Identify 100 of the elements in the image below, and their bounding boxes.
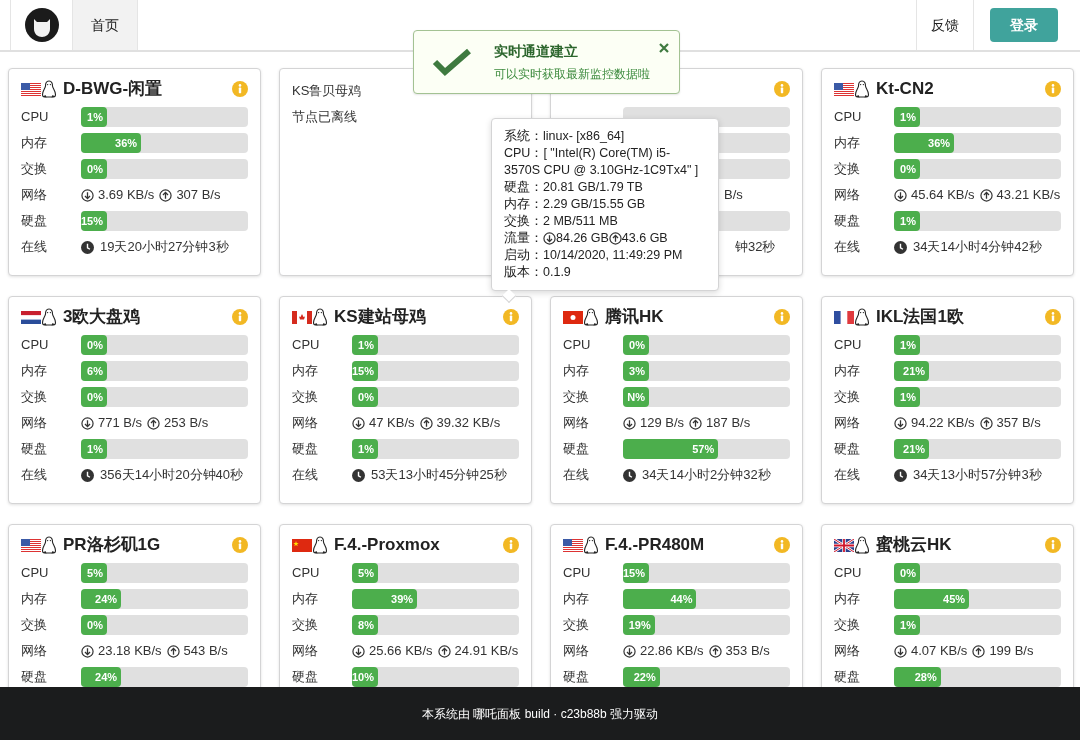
flag-icon: [21, 538, 41, 552]
download-icon: [623, 416, 636, 430]
download-icon: [623, 644, 636, 658]
download-icon: [894, 188, 907, 202]
flag-icon: [563, 310, 583, 324]
download-speed: 129 B/s: [640, 414, 685, 433]
progress-fill: 5%: [81, 563, 107, 583]
download-icon: [894, 644, 907, 658]
row-label: 内存: [292, 362, 319, 381]
flag-icon: [292, 538, 312, 552]
progress-fill: 15%: [81, 211, 107, 231]
upload-speed: 253 B/s: [164, 414, 209, 433]
clock-icon: [81, 240, 94, 254]
progress-fill: 15%: [623, 563, 649, 583]
info-icon[interactable]: [774, 537, 790, 553]
upload-speed: 43.21 KB/s: [996, 186, 1061, 205]
row-label: 在线: [292, 466, 319, 485]
info-icon[interactable]: [774, 309, 790, 325]
download-speed: 25.66 KB/s: [369, 642, 433, 661]
progress-fill: 45%: [894, 589, 970, 609]
progress-fill: 0%: [623, 335, 649, 355]
offline-status: 节点已离线: [292, 107, 358, 126]
download-speed: 45.64 KB/s: [911, 186, 975, 205]
uptime-text: 钟32秒: [735, 238, 776, 257]
uptime-text: 34天14小时4分钟42秒: [913, 238, 1042, 257]
upload-icon: [979, 188, 993, 202]
flag-icon: [21, 82, 41, 96]
nav-tab[interactable]: 首页: [73, 0, 138, 50]
uptime-text: 34天14小时2分钟32秒: [642, 466, 771, 485]
info-icon[interactable]: [1045, 81, 1061, 97]
progress-fill: 44%: [623, 589, 697, 609]
row-label: 在线: [21, 466, 48, 485]
download-icon: [543, 232, 556, 245]
server-name: KS鲁贝母鸡: [292, 82, 363, 100]
info-icon[interactable]: [232, 81, 248, 97]
row-label: 网络: [21, 642, 48, 661]
row-label: 硬盘: [292, 668, 319, 687]
row-label: 交换: [834, 160, 861, 179]
row-label: 内存: [21, 590, 48, 609]
row-label: 硬盘: [834, 212, 861, 231]
row-label: 在线: [834, 238, 861, 257]
info-line: 版本：0.1.9: [504, 264, 572, 281]
info-line: 硬盘：20.81 GB/1.79 TB: [504, 179, 644, 196]
feedback-link[interactable]: 反馈: [916, 0, 974, 50]
info-line: 内存：2.29 GB/15.55 GB: [504, 196, 647, 213]
upload-speed: 187 B/s: [706, 414, 751, 433]
info-icon[interactable]: [503, 309, 519, 325]
progress-fill: 0%: [81, 159, 107, 179]
info-icon[interactable]: [774, 81, 790, 97]
progress-fill: 0%: [894, 563, 920, 583]
row-label: 硬盘: [21, 212, 48, 231]
progress-fill: 21%: [894, 361, 930, 381]
download-icon: [81, 188, 94, 202]
upload-icon: [437, 644, 451, 658]
progress-fill: 28%: [894, 667, 941, 687]
uptime-text: 19天20小时27分钟3秒: [100, 238, 229, 257]
clock-icon: [623, 468, 636, 482]
row-label: 内存: [834, 134, 861, 153]
clock-icon: [894, 240, 907, 254]
progress-fill: 5%: [352, 563, 378, 583]
progress-fill: 36%: [894, 133, 955, 153]
row-label: 内存: [21, 362, 48, 381]
row-label: 内存: [563, 590, 590, 609]
row-label: 网络: [834, 642, 861, 661]
info-icon[interactable]: [503, 537, 519, 553]
progress-fill: 36%: [81, 133, 142, 153]
progress-fill: 19%: [623, 615, 655, 635]
info-icon[interactable]: [232, 309, 248, 325]
row-label: 硬盘: [21, 668, 48, 687]
row-label: 内存: [292, 590, 319, 609]
logo-icon[interactable]: [24, 8, 59, 42]
flag-icon: [834, 310, 854, 324]
progress-fill: 1%: [894, 107, 920, 127]
penguin-icon: [854, 307, 870, 327]
download-icon: [352, 644, 365, 658]
info-icon[interactable]: [1045, 309, 1061, 325]
flag-icon: [563, 538, 583, 552]
server-name: 腾讯HK: [605, 306, 664, 329]
row-label: 内存: [834, 362, 861, 381]
progress-fill: 1%: [81, 107, 107, 127]
row-label: 网络: [21, 414, 48, 433]
close-icon[interactable]: [659, 43, 669, 53]
progress-fill: 22%: [623, 667, 660, 687]
progress-fill: 3%: [623, 361, 649, 381]
download-speed: 22.86 KB/s: [640, 642, 704, 661]
download-icon: [81, 644, 94, 658]
clock-icon: [81, 468, 94, 482]
download-speed: 771 B/s: [98, 414, 143, 433]
footer-text: 本系统由 哪吒面板 build · c23b88b 强力驱动: [421, 705, 659, 723]
row-label: 在线: [563, 466, 590, 485]
upload-icon: [166, 644, 180, 658]
progress-fill: 15%: [352, 361, 378, 381]
info-icon[interactable]: [1045, 537, 1061, 553]
penguin-icon: [854, 79, 870, 99]
download-speed: 94.22 KB/s: [911, 414, 975, 433]
progress-fill: 0%: [352, 387, 378, 407]
progress-fill: 0%: [81, 335, 107, 355]
upload-speed: 199 B/s: [989, 642, 1034, 661]
info-icon[interactable]: [232, 537, 248, 553]
upload-icon: [147, 416, 161, 430]
